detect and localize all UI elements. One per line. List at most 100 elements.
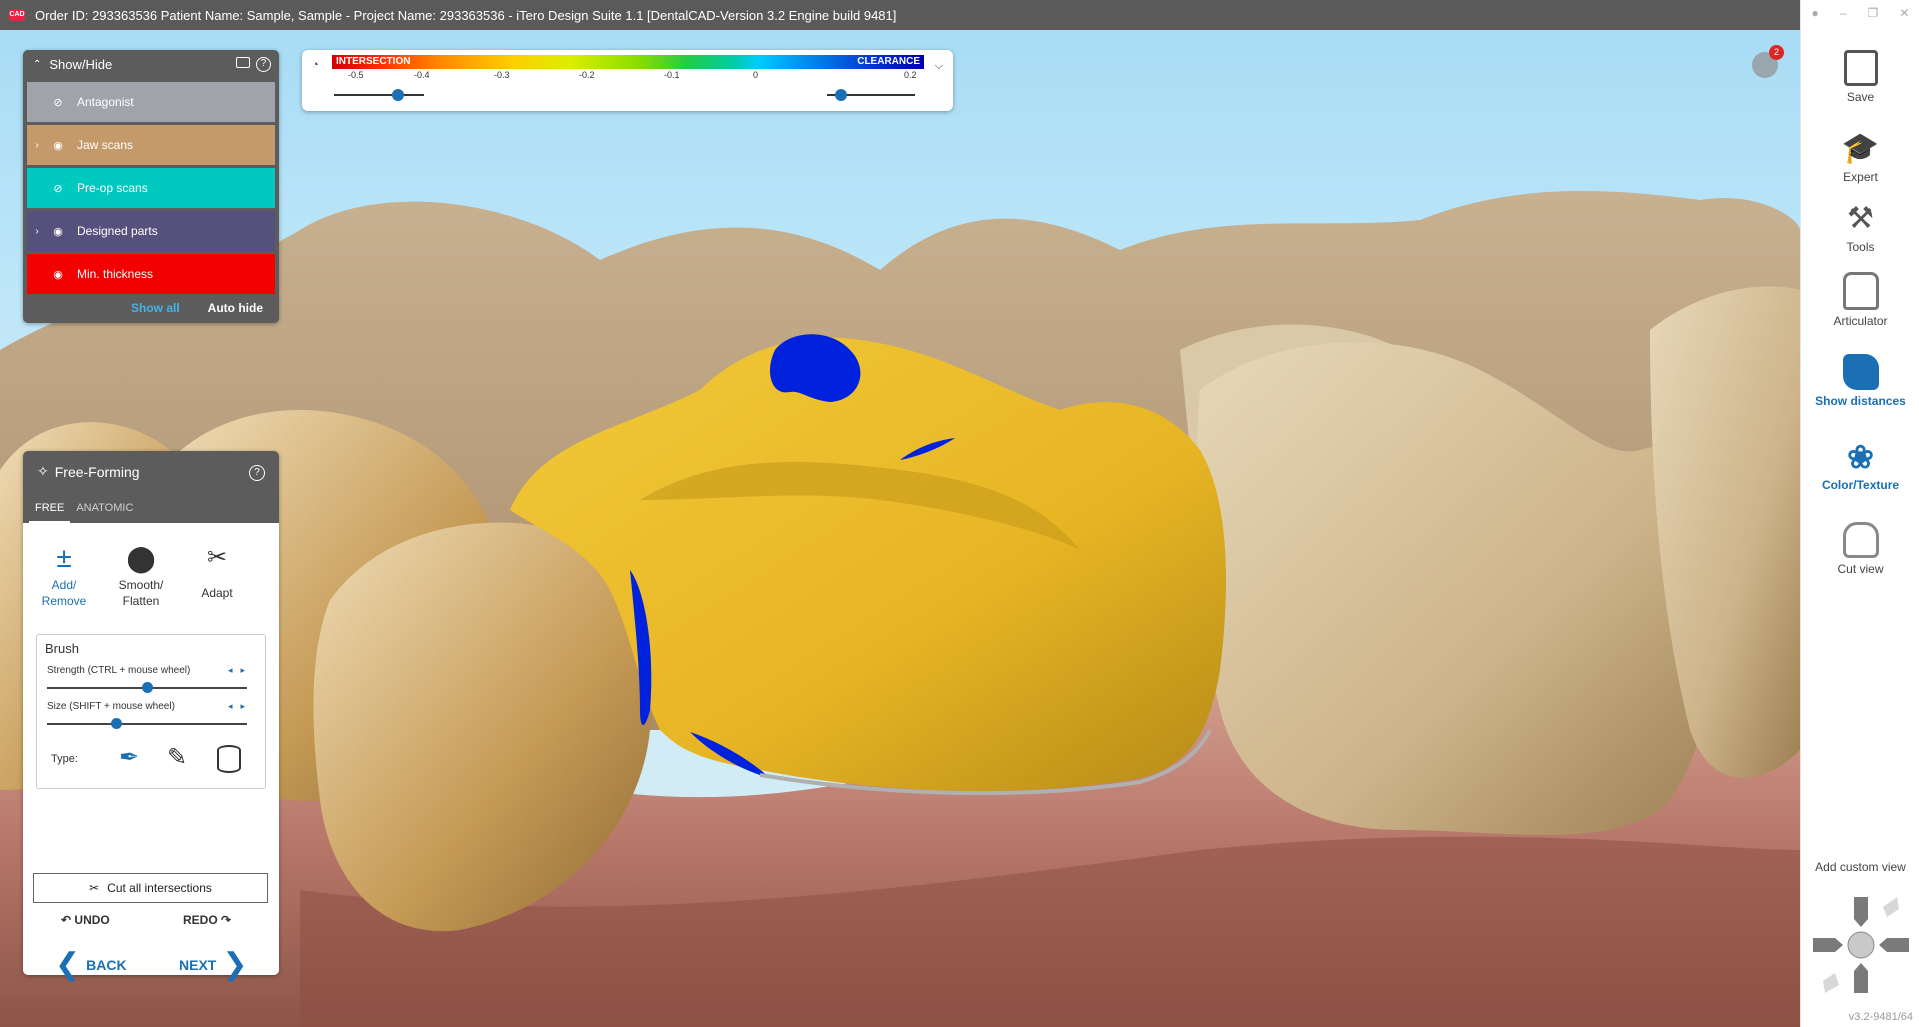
- add-remove-tool[interactable]: ± Add/ Remove: [32, 543, 96, 609]
- tool-label: Remove: [41, 594, 87, 608]
- notifications-bell-icon[interactable]: 2: [1752, 45, 1784, 78]
- strength-stepper[interactable]: ◂▸: [228, 665, 253, 676]
- chevron-right-icon[interactable]: ›: [27, 226, 47, 237]
- eye-hidden-icon[interactable]: ⊘: [47, 96, 69, 109]
- slider-handle[interactable]: [392, 89, 404, 101]
- layer-label: Min. thickness: [77, 267, 154, 281]
- layer-jaw-scans[interactable]: › ◉ Jaw scans: [27, 125, 275, 165]
- strength-slider[interactable]: [47, 682, 247, 693]
- color-texture-button[interactable]: ❀ Color/Texture: [1801, 440, 1919, 492]
- brush-type-brush-icon[interactable]: ✎: [167, 743, 187, 772]
- tools-icon: ⚒: [1847, 202, 1874, 235]
- minimize-icon[interactable]: –: [1840, 6, 1847, 20]
- layer-min-thickness[interactable]: ◉ Min. thickness: [27, 254, 275, 294]
- brush-type-pin-icon[interactable]: ✒: [119, 743, 139, 772]
- clearance-slider[interactable]: [827, 89, 915, 101]
- restore-icon[interactable]: ❐: [1868, 6, 1879, 20]
- chevron-left-icon: ❮: [55, 948, 81, 981]
- free-forming-panel: ✧ Free-Forming ? FREE ANATOMIC ± Add/ Re…: [23, 451, 279, 981]
- graduation-cap-icon: 🎓: [1841, 132, 1880, 165]
- intersection-label: INTERSECTION: [336, 56, 411, 67]
- tool-label: Adapt: [201, 586, 233, 600]
- slider-handle[interactable]: [835, 89, 847, 101]
- articulator-label: Articulator: [1833, 314, 1888, 328]
- tools-button[interactable]: ⚒ Tools: [1801, 202, 1919, 254]
- window-controls: ● – ❐ ✕: [1801, 6, 1919, 20]
- layer-pre-op-scans[interactable]: ⊘ Pre-op scans: [27, 168, 275, 208]
- palette-icon: ❀: [1847, 439, 1874, 475]
- save-button[interactable]: Save: [1801, 50, 1919, 104]
- view-right-arrow: [1887, 938, 1909, 952]
- tick-label: 0: [753, 70, 759, 80]
- color-gradient-bar: INTERSECTION CLEARANCE: [332, 55, 924, 69]
- view-left-arrow: [1813, 938, 1835, 952]
- cut-view-label: Cut view: [1837, 562, 1884, 576]
- next-button[interactable]: NEXT ❯: [179, 948, 248, 981]
- gauge-icon[interactable]: ◔: [312, 59, 319, 71]
- layer-antagonist[interactable]: ⊘ Antagonist: [27, 82, 275, 122]
- intersection-slider[interactable]: [334, 89, 424, 101]
- show-distances-icon: [1842, 354, 1879, 390]
- next-label: NEXT: [179, 957, 217, 973]
- cut-icon: ✂: [89, 881, 100, 895]
- show-hide-title: Show/Hide: [49, 56, 113, 72]
- add-remove-icon: ±: [56, 542, 72, 573]
- head-icon: [1847, 931, 1875, 959]
- brush-settings: Brush Strength (CTRL + mouse wheel) ◂▸ S…: [36, 634, 266, 789]
- help-icon[interactable]: ?: [249, 465, 265, 481]
- cut-all-label: Cut all intersections: [107, 881, 212, 895]
- magic-wand-icon: ✧: [37, 463, 49, 479]
- app-icon: CAD: [9, 9, 25, 21]
- slider-handle[interactable]: [142, 682, 153, 693]
- tools-label: Tools: [1846, 240, 1875, 254]
- title-bar: CAD Order ID: 293363536 Patient Name: Sa…: [0, 0, 1800, 30]
- brush-type-cylinder-icon[interactable]: [217, 745, 241, 773]
- chevron-down-icon[interactable]: ⌵: [935, 60, 943, 73]
- size-label: Size (SHIFT + mouse wheel): [47, 701, 175, 712]
- size-stepper[interactable]: ◂▸: [228, 701, 253, 712]
- smooth-flatten-tool[interactable]: ⬤ Smooth/ Flatten: [109, 543, 173, 609]
- chevron-right-icon: ❯: [222, 948, 248, 981]
- eye-icon[interactable]: ◉: [47, 139, 69, 152]
- add-custom-view-button[interactable]: Add custom view: [1801, 860, 1919, 874]
- show-hide-footer: Show all Auto hide: [23, 301, 279, 315]
- view-navigation-compass[interactable]: [1811, 895, 1911, 995]
- tab-anatomic[interactable]: ANATOMIC: [70, 496, 139, 523]
- user-icon[interactable]: ●: [1812, 6, 1819, 20]
- close-icon[interactable]: ✕: [1899, 6, 1909, 20]
- layer-designed-parts[interactable]: › ◉ Designed parts: [27, 211, 275, 251]
- brush-title: Brush: [45, 641, 79, 656]
- show-hide-panel: ⌃ Show/Hide ? ⊘ Antagonist › ◉ Jaw scans…: [23, 50, 279, 323]
- undo-icon: ↶: [61, 913, 72, 927]
- view-bottom-arrow: [1854, 971, 1868, 993]
- type-label: Type:: [51, 753, 78, 765]
- adapt-tool[interactable]: ✂ Adapt: [185, 543, 249, 601]
- tab-free[interactable]: FREE: [29, 496, 71, 523]
- view-top-arrow: [1854, 897, 1868, 919]
- cut-all-intersections-button[interactable]: ✂ Cut all intersections: [33, 873, 268, 903]
- back-button[interactable]: ❮ BACK: [55, 948, 127, 981]
- undo-button[interactable]: ↶ UNDO: [61, 913, 110, 927]
- redo-button[interactable]: REDO ↷: [183, 913, 231, 927]
- auto-hide-button[interactable]: Auto hide: [208, 301, 263, 315]
- chevron-right-icon[interactable]: ›: [27, 140, 47, 151]
- eye-icon[interactable]: ◉: [47, 268, 69, 281]
- redo-label: REDO: [183, 913, 218, 927]
- layer-label: Designed parts: [77, 224, 158, 238]
- screen-settings-icon[interactable]: [236, 56, 250, 68]
- articulator-button[interactable]: Articulator: [1801, 272, 1919, 328]
- show-all-button[interactable]: Show all: [131, 301, 180, 315]
- help-icon[interactable]: ?: [256, 56, 271, 72]
- show-hide-header[interactable]: ⌃ Show/Hide ?: [23, 50, 279, 78]
- layer-label: Antagonist: [77, 95, 134, 109]
- slider-handle[interactable]: [111, 718, 122, 729]
- expert-button[interactable]: 🎓 Expert: [1801, 132, 1919, 184]
- size-slider[interactable]: [47, 718, 247, 729]
- eye-icon[interactable]: ◉: [47, 225, 69, 238]
- chevron-up-icon[interactable]: ⌃: [33, 59, 41, 70]
- eye-hidden-icon[interactable]: ⊘: [47, 182, 69, 195]
- tick-label: -0.3: [494, 70, 510, 80]
- articulator-icon: [1842, 272, 1879, 310]
- show-distances-button[interactable]: Show distances: [1801, 354, 1919, 408]
- cut-view-button[interactable]: Cut view: [1801, 522, 1919, 576]
